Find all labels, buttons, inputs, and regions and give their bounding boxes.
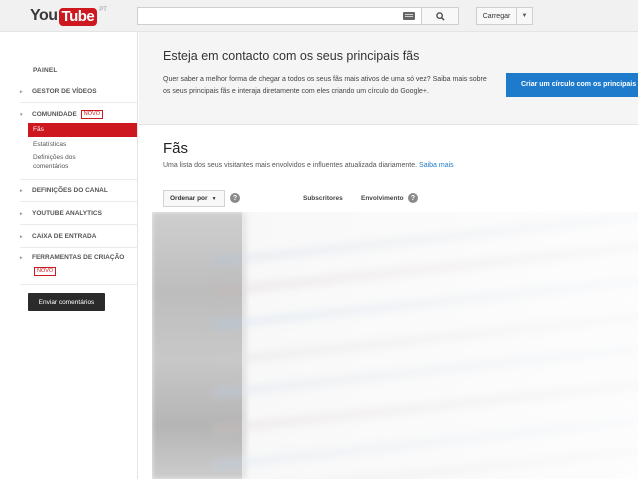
expand-arrow-icon: ▸: [20, 88, 23, 95]
sidebar-item-video-manager[interactable]: ▸ GESTOR DE VÍDEOS: [20, 88, 97, 95]
logo-tube-text: Tube: [58, 8, 98, 26]
learn-more-link[interactable]: Saiba mais: [419, 162, 454, 169]
sidebar-item-creation-tools[interactable]: ▸ FERRAMENTAS DE CRIAÇÃO: [20, 254, 124, 261]
sidebar-item-youtube-analytics[interactable]: ▸ YOUTUBE ANALYTICS: [20, 210, 102, 217]
sidebar-divider: [20, 179, 138, 180]
fans-list-blurred: [152, 212, 638, 479]
column-header-subscribers[interactable]: Subscritores: [303, 195, 343, 202]
sidebar-item-label: GESTOR DE VÍDEOS: [32, 88, 97, 95]
sidebar-divider: [20, 102, 138, 103]
column-header-engagement[interactable]: Envolvimento: [361, 195, 404, 202]
page-title: Fãs: [163, 140, 189, 157]
search-button[interactable]: [421, 7, 459, 25]
youtube-logo[interactable]: You Tube PT: [30, 6, 107, 26]
sidebar-item-label: COMUNIDADE: [32, 111, 77, 118]
order-by-label: Ordenar por: [170, 195, 208, 202]
sidebar-divider: [20, 247, 138, 248]
sidebar-divider: [20, 224, 138, 225]
sidebar-item-community[interactable]: ▾ COMUNIDADE NOVO: [20, 110, 103, 119]
sidebar-subitem-fans[interactable]: Fãs: [28, 123, 137, 137]
expand-arrow-icon: ▸: [20, 210, 23, 217]
send-feedback-button[interactable]: Enviar comentários: [28, 293, 105, 311]
collapse-arrow-icon: ▾: [20, 111, 23, 118]
sidebar-item-label: CAIXA DE ENTRADA: [32, 233, 97, 240]
sidebar-subitem-comment-settings[interactable]: Definições dos comentários: [33, 153, 93, 171]
promo-banner: Esteja em contacto com os seus principai…: [139, 32, 638, 125]
sidebar-divider: [20, 284, 138, 285]
new-badge: NOVO: [80, 110, 103, 119]
order-by-dropdown[interactable]: Ordenar por ▼: [163, 190, 225, 207]
sidebar-item-label: YOUTUBE ANALYTICS: [32, 210, 102, 217]
chevron-down-icon: ▼: [521, 13, 528, 19]
sidebar-divider: [20, 201, 138, 202]
search-icon: [435, 11, 445, 21]
sidebar-subitem-statistics[interactable]: Estatísticas: [33, 140, 66, 149]
promo-title: Esteja em contacto com os seus principai…: [163, 49, 420, 63]
sidebar-item-inbox[interactable]: ▸ CAIXA DE ENTRADA: [20, 233, 96, 240]
search-input[interactable]: [137, 7, 422, 25]
upload-dropdown-button[interactable]: ▼: [517, 7, 533, 25]
page-description: Uma lista dos seus visitantes mais envol…: [163, 162, 454, 169]
blur-veil: [242, 212, 638, 479]
keyboard-icon[interactable]: [403, 12, 415, 20]
expand-arrow-icon: ▸: [20, 233, 23, 240]
sidebar-item-label: DEFINIÇÕES DO CANAL: [32, 187, 108, 194]
description-text: Uma lista dos seus visitantes mais envol…: [163, 162, 418, 169]
new-badge: NOVO: [34, 267, 57, 276]
help-icon[interactable]: ?: [408, 193, 418, 203]
chevron-down-icon: ▼: [211, 195, 217, 202]
create-circle-button[interactable]: Criar um círculo com os principais: [506, 73, 638, 97]
logo-you-text: You: [30, 7, 58, 24]
sidebar-item-channel-settings[interactable]: ▸ DEFINIÇÕES DO CANAL: [20, 187, 108, 194]
promo-text: Quer saber a melhor forma de chegar a to…: [163, 76, 487, 95]
help-icon[interactable]: ?: [230, 193, 240, 203]
blurred-avatars: [152, 212, 247, 479]
sidebar-section-painel[interactable]: PAINEL: [33, 67, 58, 74]
sidebar: PAINEL ▸ GESTOR DE VÍDEOS ▾ COMUNIDADE N…: [0, 32, 138, 479]
expand-arrow-icon: ▸: [20, 187, 23, 194]
logo-region: PT: [99, 7, 107, 13]
top-bar: You Tube PT Carregar ▼: [0, 0, 638, 32]
sidebar-item-label: FERRAMENTAS DE CRIAÇÃO: [32, 254, 125, 261]
expand-arrow-icon: ▸: [20, 254, 23, 261]
upload-button[interactable]: Carregar: [476, 7, 517, 25]
